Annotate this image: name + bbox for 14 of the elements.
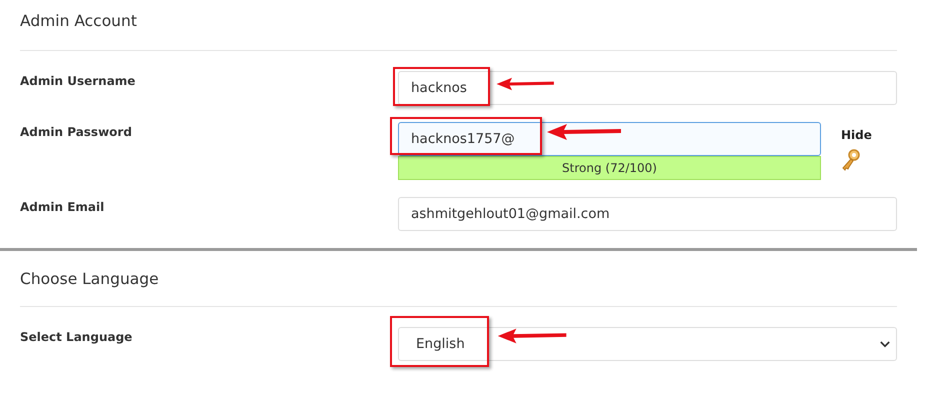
field-label: Select Language (20, 329, 134, 344)
key-icon[interactable] (841, 148, 861, 172)
section-title: Choose Language (20, 269, 160, 290)
text-field[interactable]: hacknos (398, 71, 897, 105)
chevron-down-icon (880, 340, 890, 348)
field-label: Admin Username (20, 73, 136, 88)
language-select[interactable]: English (398, 327, 897, 361)
field-label: Admin Password (20, 124, 133, 139)
password-field[interactable]: hacknos1757@ (398, 122, 821, 156)
hide-link[interactable]: Hide (841, 128, 872, 142)
strength-meter: Strong (72/100) (398, 156, 821, 180)
text-field[interactable]: ashmitgehlout01@gmail.com (398, 197, 897, 231)
field-label: Admin Email (20, 199, 106, 214)
section-title: Admin Account (20, 11, 138, 32)
